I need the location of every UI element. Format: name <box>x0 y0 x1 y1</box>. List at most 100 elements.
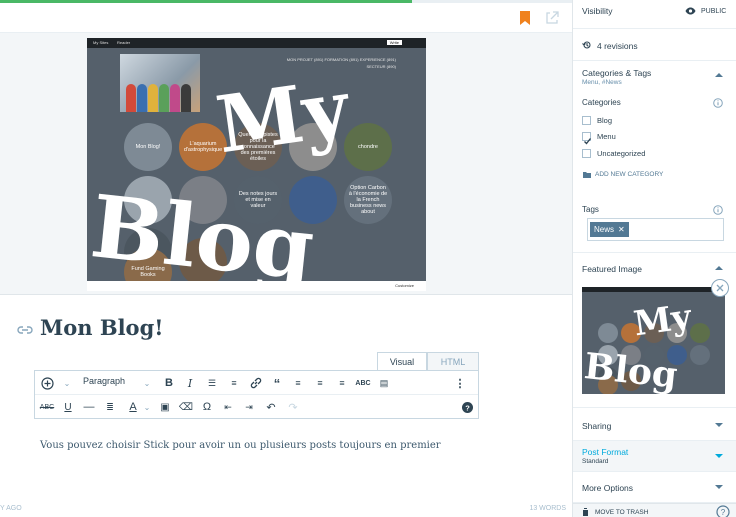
tag-chip-label: News <box>594 225 615 234</box>
featured-chevron-up-icon[interactable] <box>715 265 723 271</box>
categories-label: Categories <box>582 98 621 107</box>
featured-image[interactable]: My Sites Reader Write MON PROJET (891) F… <box>87 38 426 291</box>
categories-tags-label[interactable]: Categories & Tags <box>582 68 651 78</box>
visibility-value[interactable]: PUBLIC <box>701 8 726 15</box>
post-format-chevron-down-icon[interactable] <box>715 453 723 459</box>
tags-input[interactable]: News ✕ <box>587 218 724 241</box>
history-icon <box>582 41 591 49</box>
bold-icon[interactable]: B <box>161 375 177 391</box>
remove-featured-image-icon[interactable] <box>711 279 729 297</box>
add-chevron-icon[interactable]: ⌄ <box>59 375 75 391</box>
toolbar-row-1: ⌄ Paragraph ⌄ B I ☰ ≡ “ ≡ ≡ ≡ ABC ▤ ⋮ <box>35 371 478 395</box>
align-center-icon[interactable]: ≡ <box>312 375 328 391</box>
tags-label: Tags <box>582 205 599 214</box>
trash-icon <box>582 508 589 516</box>
add-icon[interactable] <box>39 375 55 391</box>
special-character-icon[interactable]: Ω <box>199 399 215 415</box>
spellcheck-icon[interactable]: ABC <box>355 375 371 391</box>
italic-icon[interactable]: I <box>182 375 198 391</box>
more-options-icon[interactable]: ⋮ <box>452 375 468 391</box>
remove-tag-icon[interactable]: ✕ <box>618 225 625 234</box>
move-to-trash[interactable]: MOVE TO TRASH <box>595 509 648 516</box>
my-blog-overlay: My Blog <box>87 63 357 291</box>
visibility-section[interactable]: Visibility PUBLIC <box>573 0 736 29</box>
paragraph-select[interactable]: Paragraph <box>83 376 125 386</box>
folder-icon <box>583 172 591 178</box>
post-content[interactable]: Vous pouvez choisir Stick pour avoir un … <box>40 440 441 451</box>
horizontal-line-icon[interactable]: — <box>81 399 97 415</box>
paragraph-chevron-icon[interactable]: ⌄ <box>139 375 155 391</box>
read-more-icon[interactable]: ▤ <box>376 375 392 391</box>
image-customize-bar: Customize <box>87 281 426 291</box>
link-icon[interactable] <box>17 325 33 335</box>
eye-icon <box>685 7 696 15</box>
thumb-overlay-my: My <box>631 297 695 345</box>
external-link-icon[interactable] <box>545 11 559 25</box>
thumb-overlay-blog: Blog <box>582 345 679 394</box>
info-icon[interactable] <box>713 98 723 108</box>
svg-text:?: ? <box>465 403 470 412</box>
category-label-menu: Menu <box>597 132 616 141</box>
post-title[interactable]: Mon Blog! <box>40 315 163 340</box>
strikethrough-icon[interactable]: ABC <box>39 399 55 415</box>
checkmark-icon <box>584 138 592 145</box>
editor-topbar <box>0 3 572 33</box>
more-options-chevron-down-icon[interactable] <box>715 484 723 490</box>
bookmark-icon[interactable] <box>519 11 531 25</box>
category-label-uncategorized: Uncategorized <box>597 149 646 158</box>
featured-image-preview[interactable]: My Sites Reader Write MON PROJET (891) F… <box>0 33 572 295</box>
post-format-label: Post Format <box>582 447 629 457</box>
justify-icon[interactable]: ≣ <box>102 399 118 415</box>
paste-text-icon[interactable]: ▣ <box>157 399 173 415</box>
add-new-category[interactable]: ADD NEW CATEGORY <box>595 171 663 178</box>
sharing-label: Sharing <box>582 421 612 431</box>
quote-icon[interactable]: “ <box>269 375 285 391</box>
svg-text:?: ? <box>721 508 726 517</box>
help-icon[interactable]: ? <box>459 399 475 415</box>
align-left-icon[interactable]: ≡ <box>290 375 306 391</box>
text-color-chevron-icon[interactable]: ⌄ <box>139 399 155 415</box>
editor-toolbar: ⌄ Paragraph ⌄ B I ☰ ≡ “ ≡ ≡ ≡ ABC ▤ ⋮ AB… <box>34 370 479 419</box>
featured-image-thumbnail[interactable]: My Blog <box>582 287 725 394</box>
clear-formatting-icon[interactable]: ⌫ <box>178 399 194 415</box>
last-saved: Y AGO <box>0 505 22 512</box>
customize-label: Customize <box>395 283 414 288</box>
more-options-section[interactable]: More Options <box>573 472 736 503</box>
featured-image-label[interactable]: Featured Image <box>582 264 642 274</box>
post-settings-sidebar: Visibility PUBLIC 4 revisions Categories… <box>572 0 736 517</box>
editor-pane: My Sites Reader Write MON PROJET (891) F… <box>0 0 572 517</box>
overlay-my: My <box>211 63 357 172</box>
category-checkbox-uncategorized[interactable] <box>582 149 591 158</box>
bullet-list-icon[interactable]: ☰ <box>204 375 220 391</box>
visibility-label: Visibility <box>582 6 613 16</box>
outdent-icon[interactable]: ⇤ <box>220 399 236 415</box>
help-circle-icon[interactable]: ? <box>716 505 730 517</box>
tab-html[interactable]: HTML <box>427 352 479 371</box>
numbered-list-icon[interactable]: ≡ <box>226 375 242 391</box>
trash-bar: MOVE TO TRASH ? <box>573 503 736 517</box>
underline-icon[interactable]: U <box>60 399 76 415</box>
sharing-chevron-down-icon[interactable] <box>715 422 723 428</box>
more-options-label: More Options <box>582 483 634 493</box>
chevron-up-icon[interactable] <box>715 72 723 78</box>
post-format-value: Standard <box>582 458 609 465</box>
revisions-section[interactable]: 4 revisions <box>573 29 736 61</box>
word-count: 13 WORDS <box>529 505 566 512</box>
redo-icon[interactable]: ↷ <box>285 399 301 415</box>
tag-chip-news[interactable]: News ✕ <box>590 222 629 237</box>
link-insert-icon[interactable] <box>248 375 264 391</box>
revisions-label[interactable]: 4 revisions <box>597 41 638 51</box>
thumb-overlay: My Blog <box>582 297 695 394</box>
category-checkbox-menu[interactable] <box>582 132 592 145</box>
tags-info-icon[interactable] <box>713 205 723 215</box>
toolbar-row-2: ABC U — ≣ A ⌄ ▣ ⌫ Ω ⇤ ⇥ ↶ ↷ ? <box>35 395 478 419</box>
category-label-blog: Blog <box>597 116 613 125</box>
align-right-icon[interactable]: ≡ <box>334 375 350 391</box>
indent-icon[interactable]: ⇥ <box>241 399 257 415</box>
post-format-section[interactable]: Post Format Standard <box>573 441 736 472</box>
undo-icon[interactable]: ↶ <box>263 399 279 415</box>
tab-visual[interactable]: Visual <box>377 352 427 371</box>
sharing-section[interactable]: Sharing <box>573 408 736 441</box>
categories-tags-summary: Menu, #News <box>582 79 622 86</box>
category-checkbox-blog[interactable] <box>582 116 591 125</box>
